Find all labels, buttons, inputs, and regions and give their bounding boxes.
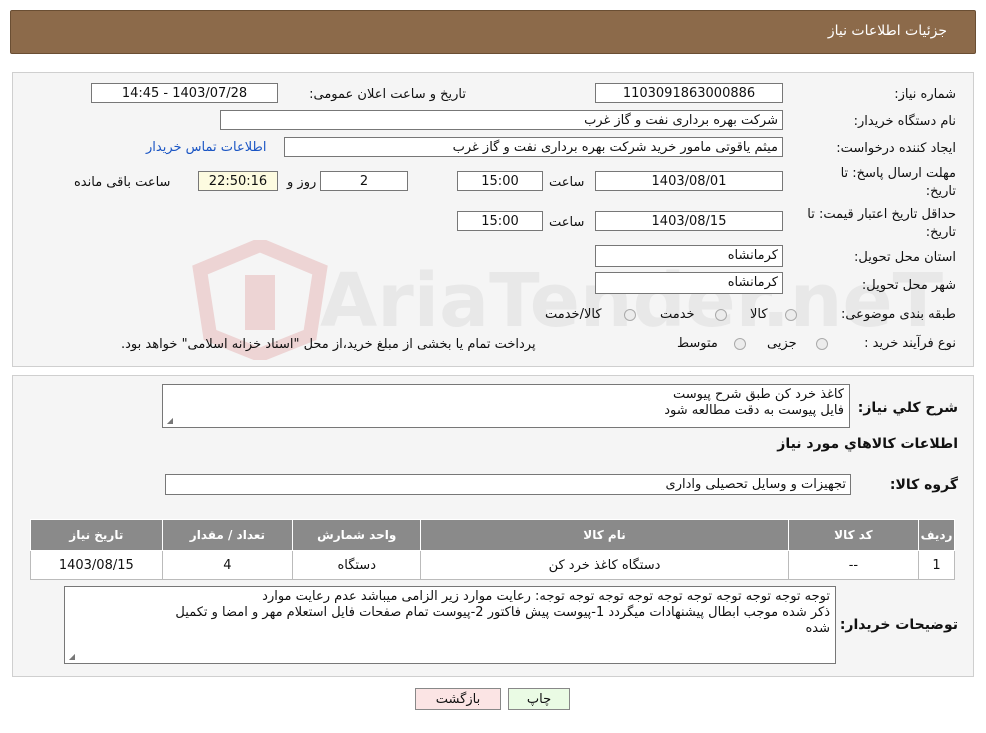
requester-field: میثم یاقوتی مامور خرید شرکت بهره برداری …: [284, 137, 783, 157]
process-option-minor: جزیی: [767, 336, 797, 351]
table-header-row: ردیف کد کالا نام کالا واحد شمارش تعداد /…: [30, 519, 955, 551]
process-label: نوع فرآیند خرید :: [864, 336, 956, 351]
announce-field: 1403/07/28 - 14:45: [91, 83, 278, 103]
goods-group-field: تجهیزات و وسایل تحصیلی واداری: [165, 474, 851, 495]
province-label: استان محل تحویل:: [854, 250, 956, 265]
category-option-service: خدمت: [660, 307, 695, 322]
validity-date-field: 1403/08/15: [595, 211, 783, 231]
col-date: تاریخ نیاز: [30, 519, 163, 551]
days-field: 2: [320, 171, 408, 191]
remaining-label: ساعت باقی مانده: [74, 175, 171, 190]
deadline-time-field: 15:00: [457, 171, 543, 191]
announce-label: تاریخ و ساعت اعلان عمومی:: [309, 87, 466, 102]
watermark-text: AriaTender.neT: [320, 258, 944, 344]
category-radio-service[interactable]: [715, 309, 727, 321]
cell-unit: دستگاه: [292, 550, 422, 580]
buyer-org-field: شرکت بهره برداری نفت و گاز غرب: [220, 110, 783, 130]
goods-table: ردیف کد کالا نام کالا واحد شمارش تعداد /…: [30, 519, 955, 580]
goods-section-title: اطلاعات کالاهاي مورد نياز: [777, 436, 958, 452]
validity-time-label: ساعت: [549, 215, 585, 230]
cell-row: 1: [918, 550, 955, 580]
province-field: کرمانشاه: [595, 245, 783, 267]
resize-grip-icon[interactable]: ◢: [165, 417, 173, 425]
days-label: روز و: [287, 175, 317, 190]
city-label: شهر محل تحویل:: [861, 278, 956, 293]
remaining-time-field: 22:50:16: [198, 171, 278, 191]
process-option-medium: متوسط: [677, 336, 718, 351]
cell-code: --: [787, 550, 920, 580]
cell-name: دستگاه کاغذ خرد کن: [420, 550, 789, 580]
buyer-notes-label: توضیحات خریدار:: [839, 617, 958, 633]
contact-buyer-link[interactable]: اطلاعات تماس خریدار: [146, 140, 266, 155]
category-label: طبقه بندی موضوعی:: [840, 307, 956, 322]
page-title: جزئیات اطلاعات نیاز: [827, 23, 947, 39]
back-button[interactable]: بازگشت: [415, 688, 501, 710]
category-option-goods-service: کالا/خدمت: [545, 307, 602, 322]
deadline-time-label: ساعت: [549, 175, 585, 190]
process-note: پرداخت تمام یا بخشی از مبلغ خرید،از محل …: [121, 337, 536, 352]
buyer-org-label: نام دستگاه خریدار:: [853, 114, 956, 129]
validity-label: حداقل تاریخ اعتبار قیمت: تا تاریخ:: [807, 207, 956, 240]
goods-group-label: گروه کالا:: [889, 477, 958, 493]
requester-label: ایجاد کننده درخواست:: [836, 141, 956, 156]
process-radio-medium[interactable]: [734, 338, 746, 350]
buyer-notes-textarea[interactable]: توجه توجه توجه توجه توجه توجه توجه توجه …: [64, 586, 836, 664]
deadline-date-field: 1403/08/01: [595, 171, 783, 191]
summary-textarea[interactable]: کاغذ خرد کن طبق شرح پیوست فایل پیوست به …: [162, 384, 850, 428]
deadline-label: مهلت ارسال پاسخ: تا تاریخ:: [840, 166, 956, 199]
category-radio-goods-service[interactable]: [624, 309, 636, 321]
cell-date: 1403/08/15: [30, 550, 163, 580]
col-qty: تعداد / مقدار: [161, 519, 294, 551]
validity-time-field: 15:00: [457, 211, 543, 231]
col-unit: واحد شمارش: [292, 519, 422, 551]
page-header: جزئیات اطلاعات نیاز: [10, 10, 976, 54]
col-code: کد کالا: [787, 519, 920, 551]
category-radio-goods[interactable]: [785, 309, 797, 321]
need-number-label: شماره نیاز:: [894, 87, 956, 102]
process-radio-minor[interactable]: [816, 338, 828, 350]
resize-grip-icon[interactable]: ◢: [67, 653, 75, 661]
col-row: ردیف: [918, 519, 955, 551]
cell-qty: 4: [161, 550, 294, 580]
need-number-field: 1103091863000886: [595, 83, 783, 103]
summary-label: شرح کلي نياز:: [857, 400, 958, 416]
category-option-goods: کالا: [750, 307, 768, 322]
table-row: 1 -- دستگاه کاغذ خرد کن دستگاه 4 1403/08…: [30, 550, 955, 580]
city-field: کرمانشاه: [595, 272, 783, 294]
col-name: نام کالا: [420, 519, 789, 551]
print-button[interactable]: چاپ: [508, 688, 570, 710]
